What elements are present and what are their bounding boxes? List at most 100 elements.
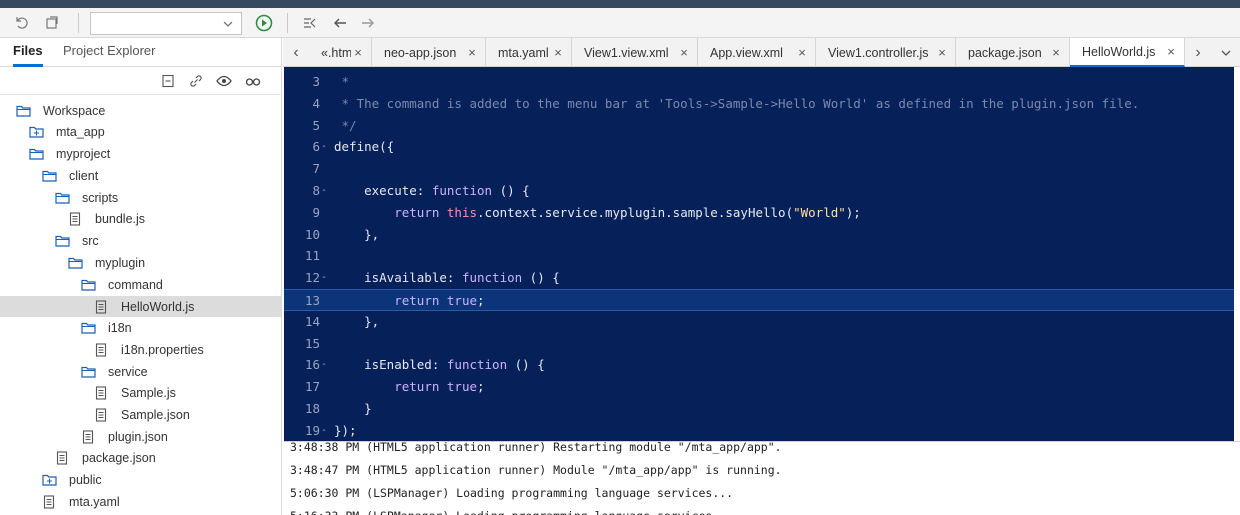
file-icon — [93, 385, 109, 400]
code-line[interactable]: 11 — [284, 245, 1234, 267]
tree-item[interactable]: plugin.json — [0, 426, 281, 447]
close-icon[interactable]: × — [1164, 44, 1178, 59]
back-icon[interactable] — [328, 11, 352, 35]
fold-marker-icon[interactable]: - — [321, 180, 331, 202]
editor-tab-bar: ‹ «.html×neo-app.json×mta.yaml×View1.vie… — [283, 38, 1240, 67]
editor-tab[interactable]: View1.controller.js × — [816, 38, 956, 67]
tree-item[interactable]: mta.yaml — [0, 491, 281, 512]
code-text: }); — [334, 420, 357, 441]
code-line[interactable]: 18 } — [284, 398, 1234, 420]
line-number: 19 — [304, 422, 320, 438]
close-icon[interactable]: × — [465, 45, 479, 60]
tab-files[interactable]: Files — [13, 38, 43, 67]
tree-item[interactable]: public — [0, 469, 281, 490]
line-number: 3 — [312, 74, 320, 89]
code-line[interactable]: 14 }, — [284, 311, 1234, 333]
editor-tab[interactable]: neo-app.json × — [372, 38, 486, 67]
fold-marker-icon[interactable]: - — [321, 136, 331, 158]
collapse-all-icon[interactable] — [158, 71, 178, 91]
code-line[interactable]: 13 return true; — [284, 289, 1234, 311]
close-icon[interactable]: × — [795, 45, 809, 60]
tree-item[interactable]: bundle.js — [0, 208, 281, 229]
folder-open-icon — [54, 191, 70, 205]
tab-project-explorer[interactable]: Project Explorer — [63, 38, 155, 67]
code-line[interactable]: 5 */ — [284, 115, 1234, 137]
editor-tab[interactable]: mta.yaml × — [486, 38, 572, 67]
tree-item[interactable]: client — [0, 165, 281, 186]
editor-tab[interactable]: HelloWorld.js × — [1070, 38, 1185, 67]
code-line[interactable]: 6- define({ — [284, 136, 1234, 158]
folder-open-icon — [80, 365, 96, 379]
run-configuration-select[interactable] — [90, 12, 242, 35]
code-token: }); — [334, 422, 357, 438]
code-text: execute: function () { — [334, 180, 530, 202]
run-icon[interactable] — [252, 11, 276, 35]
editor-tab-label: package.json — [968, 45, 1042, 60]
tree-item[interactable]: Sample.js — [0, 382, 281, 403]
tabs-scroll-left-icon[interactable]: ‹ — [283, 38, 309, 67]
tree-item[interactable]: service — [0, 361, 281, 382]
code-line[interactable]: 8- execute: function () { — [284, 180, 1234, 202]
code-line[interactable]: 7 — [284, 158, 1234, 180]
editor-tab[interactable]: «.html× — [309, 38, 372, 67]
line-number: 13 — [304, 293, 320, 308]
code-token: }, — [334, 226, 380, 242]
show-hidden-icon[interactable] — [214, 71, 234, 91]
close-icon[interactable]: × — [1049, 45, 1063, 60]
fold-marker-icon[interactable]: - — [321, 267, 331, 289]
code-line[interactable]: 19-}); — [284, 420, 1234, 441]
code-line[interactable]: 10 }, — [284, 224, 1234, 246]
code-line[interactable]: 3 * — [284, 71, 1234, 93]
line-number: 18 — [304, 401, 320, 416]
close-icon[interactable]: × — [551, 45, 565, 60]
code-text: define({ — [334, 136, 394, 158]
code-line[interactable]: 16- isEnabled: function () { — [284, 354, 1234, 376]
code-line[interactable]: 4 * The command is added to the menu bar… — [284, 93, 1234, 115]
line-number: 16 — [304, 357, 320, 373]
code-token: }, — [334, 313, 380, 329]
code-line[interactable]: 15 — [284, 333, 1234, 355]
tree-item[interactable]: command — [0, 274, 281, 295]
editor-tab[interactable]: App.view.xml × — [698, 38, 816, 67]
tree-item[interactable]: package.json — [0, 447, 281, 468]
code-line[interactable]: 12- isAvailable: function () { — [284, 267, 1234, 289]
close-icon[interactable]: × — [935, 45, 949, 60]
toolbar-separator — [287, 13, 288, 33]
code-line[interactable]: 9 return this.context.service.myplugin.s… — [284, 202, 1234, 224]
code-token: function — [431, 183, 493, 198]
close-icon[interactable]: × — [677, 45, 691, 60]
code-token: * The command is added to the menu bar a… — [334, 95, 1140, 111]
tree-item[interactable]: src — [0, 230, 281, 251]
code-text: }, — [334, 311, 379, 333]
fold-marker-icon[interactable]: - — [321, 354, 331, 376]
code-token: () { — [507, 357, 545, 373]
tree-item-label: myplugin — [95, 255, 146, 270]
editor-tab[interactable]: View1.view.xml × — [572, 38, 698, 67]
link-icon[interactable] — [186, 71, 206, 91]
close-icon[interactable]: × — [351, 45, 365, 60]
code-token: isAvailable: — [334, 270, 462, 286]
tree-item[interactable]: myplugin — [0, 252, 281, 273]
forward-icon[interactable] — [356, 11, 380, 35]
tree-item[interactable]: scripts — [0, 187, 281, 208]
code-text: isAvailable: function () { — [334, 267, 560, 289]
line-number: 14 — [304, 313, 320, 329]
tree-item[interactable]: HelloWorld.js — [0, 296, 281, 317]
code-line[interactable]: 17 return true; — [284, 376, 1234, 398]
tree-item[interactable]: Workspace — [0, 100, 281, 121]
jump-icon[interactable] — [298, 11, 322, 35]
tree-item[interactable]: mta_app — [0, 121, 281, 142]
tabs-overflow-chevron-down-icon[interactable] — [1213, 38, 1239, 67]
tree-item[interactable]: i18n.properties — [0, 339, 281, 360]
tree-item[interactable]: myproject — [0, 143, 281, 164]
tree-item[interactable]: i18n — [0, 317, 281, 338]
undo-icon[interactable] — [10, 11, 34, 35]
tabs-scroll-right-icon[interactable]: › — [1185, 38, 1211, 67]
code-editor[interactable]: 3 * 4 * The command is added to the menu … — [284, 67, 1234, 441]
redo-icon[interactable] — [40, 11, 64, 35]
tree-item-label: HelloWorld.js — [121, 299, 195, 314]
fold-marker-icon[interactable]: - — [321, 420, 331, 441]
view-icon[interactable] — [243, 71, 263, 91]
editor-tab[interactable]: package.json × — [956, 38, 1070, 67]
tree-item[interactable]: Sample.json — [0, 404, 281, 425]
